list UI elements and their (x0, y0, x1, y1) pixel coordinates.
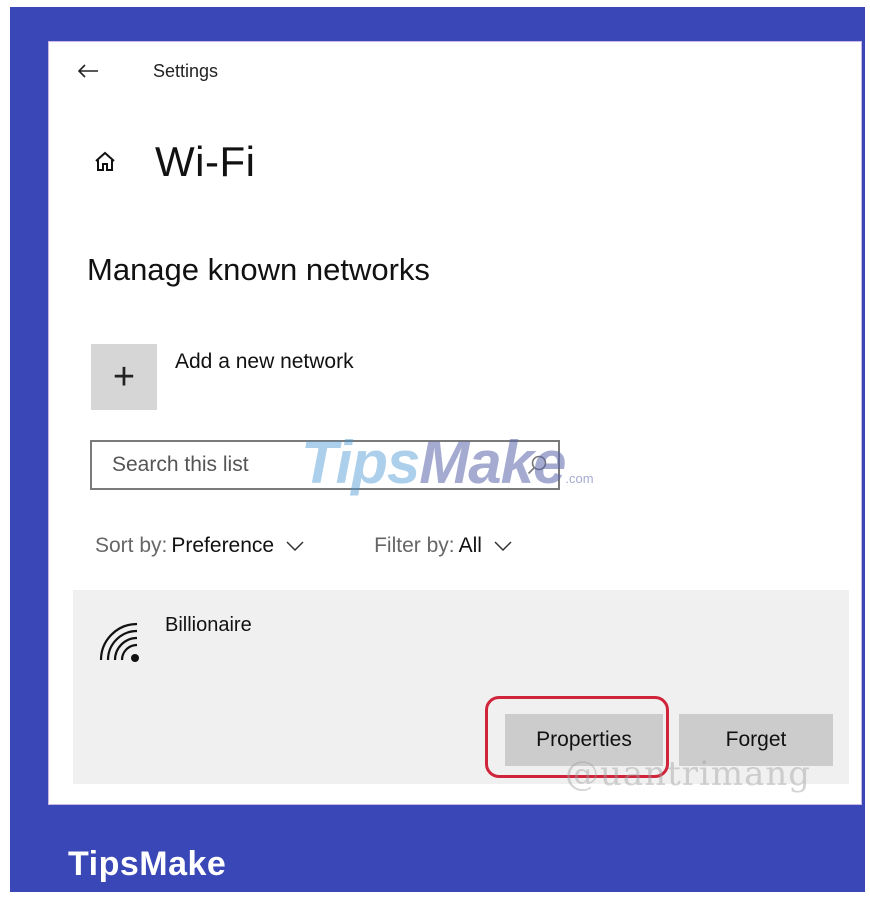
watermark-com: .com (565, 471, 594, 486)
search-input[interactable] (110, 452, 514, 478)
chevron-down-icon[interactable] (286, 541, 304, 551)
filter-dropdown[interactable]: Filter by: All (374, 534, 512, 558)
settings-window: Settings Wi-Fi Manage known networks + A… (48, 41, 862, 805)
filter-label: Filter by: (374, 534, 455, 557)
sort-dropdown[interactable]: Sort by: Preference (95, 534, 304, 558)
filter-value[interactable]: All (459, 534, 482, 558)
forget-button[interactable]: Forget (679, 714, 833, 766)
chevron-down-icon[interactable] (494, 541, 512, 551)
page-title: Wi-Fi (155, 138, 256, 185)
brand-label: TipsMake (68, 845, 227, 883)
plus-icon: + (112, 355, 136, 398)
search-box[interactable] (90, 440, 560, 490)
properties-button-label: Properties (536, 728, 632, 751)
sort-value[interactable]: Preference (171, 534, 274, 558)
sort-label: Sort by: (95, 534, 168, 557)
add-network-button[interactable]: + (91, 344, 157, 410)
wifi-icon (95, 618, 141, 664)
section-title: Manage known networks (87, 252, 430, 287)
title-bar: Settings (77, 58, 218, 84)
add-network-label[interactable]: Add a new network (175, 350, 354, 374)
sort-filter-row: Sort by: Preference Filter by: All (95, 534, 512, 558)
network-list-item[interactable]: Billionaire Properties Forget (73, 590, 849, 784)
image-frame: Settings Wi-Fi Manage known networks + A… (10, 7, 865, 892)
home-icon[interactable] (93, 150, 117, 174)
properties-button[interactable]: Properties (505, 714, 663, 766)
page-header: Wi-Fi (93, 138, 255, 186)
search-icon[interactable] (526, 454, 548, 481)
add-network-row[interactable]: + Add a new network (91, 344, 354, 410)
app-title: Settings (153, 60, 219, 81)
network-name: Billionaire (165, 614, 252, 636)
forget-button-label: Forget (725, 728, 787, 751)
back-arrow-icon[interactable] (77, 63, 99, 79)
